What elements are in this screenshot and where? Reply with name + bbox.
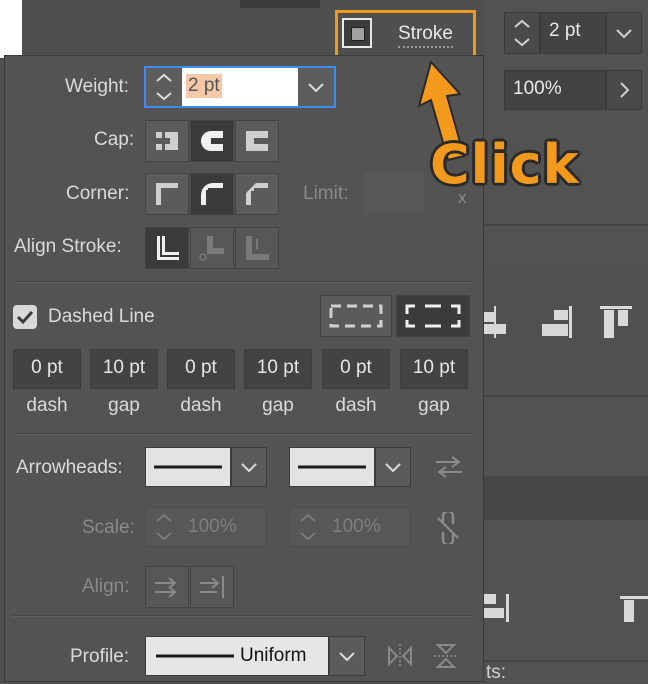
distribute-icon[interactable] bbox=[484, 594, 510, 624]
dashed-line-label: Dashed Line bbox=[48, 306, 155, 327]
gap-3-label: gap bbox=[418, 395, 450, 416]
preserve-dash-button[interactable] bbox=[320, 295, 392, 337]
opacity-input[interactable]: 100% bbox=[504, 70, 606, 110]
canvas-edge bbox=[0, 0, 22, 58]
profile-label: Profile: bbox=[70, 646, 130, 667]
cap-label: Cap: bbox=[94, 129, 135, 150]
start-scale-value: 100% bbox=[188, 516, 237, 537]
profile-select[interactable]: Uniform bbox=[145, 636, 329, 676]
arrow-tip-end-button[interactable] bbox=[190, 566, 234, 608]
dashed-line-checkbox[interactable] bbox=[13, 305, 37, 329]
butt-cap-button[interactable] bbox=[145, 120, 189, 162]
start-arrowhead-select[interactable] bbox=[145, 447, 231, 487]
end-scale-value: 100% bbox=[332, 516, 381, 537]
end-arrowhead-dropdown[interactable] bbox=[375, 447, 411, 487]
align-top-icon[interactable] bbox=[598, 304, 634, 340]
link-scale-icon[interactable] bbox=[434, 512, 462, 544]
dash-2-label: dash bbox=[180, 395, 222, 416]
weight-panel-stepper[interactable] bbox=[146, 68, 182, 106]
limit-input[interactable] bbox=[364, 172, 424, 214]
align-stroke-outside-button[interactable] bbox=[235, 227, 279, 269]
dash-3-input[interactable]: 0 pt bbox=[322, 349, 390, 389]
end-arrowhead-select[interactable] bbox=[289, 447, 375, 487]
arrow-tip-beyond-button[interactable] bbox=[145, 566, 189, 608]
flip-vertical-icon[interactable] bbox=[432, 642, 460, 670]
distribute-top-icon[interactable] bbox=[618, 594, 648, 624]
round-join-button[interactable] bbox=[190, 173, 234, 215]
start-arrowhead-dropdown[interactable] bbox=[231, 447, 267, 487]
align-right-icon[interactable] bbox=[540, 304, 574, 340]
scale-label: Scale: bbox=[82, 517, 135, 538]
end-scale-field[interactable]: 100% bbox=[289, 507, 411, 547]
gap-1-label: gap bbox=[108, 395, 140, 416]
align-stroke-label: Align Stroke: bbox=[14, 236, 122, 257]
weight-value-selection: 2 pt bbox=[186, 74, 222, 98]
weight-panel-input[interactable]: 2 pt bbox=[184, 68, 298, 106]
corner-label: Corner: bbox=[66, 183, 130, 204]
stroke-color-swatch[interactable] bbox=[342, 18, 372, 48]
separator bbox=[12, 615, 472, 617]
align-center-icon[interactable] bbox=[484, 304, 510, 340]
dash-1-input[interactable]: 0 pt bbox=[13, 349, 81, 389]
divider bbox=[484, 395, 648, 397]
dash-3-label: dash bbox=[335, 395, 377, 416]
profile-value: Uniform bbox=[240, 645, 307, 666]
click-callout: Click bbox=[430, 133, 580, 196]
align-label: Align: bbox=[82, 576, 130, 597]
arrowheads-label: Arrowheads: bbox=[16, 457, 123, 478]
start-scale-field[interactable]: 100% bbox=[145, 507, 267, 547]
gap-1-input[interactable]: 10 pt bbox=[90, 349, 158, 389]
gap-2-input[interactable]: 10 pt bbox=[244, 349, 312, 389]
projecting-cap-button[interactable] bbox=[235, 120, 279, 162]
gap-3-input[interactable]: 10 pt bbox=[400, 349, 468, 389]
align-stroke-center-button[interactable] bbox=[145, 227, 189, 269]
round-cap-button[interactable] bbox=[190, 120, 234, 162]
weight-label: Weight: bbox=[65, 76, 130, 97]
divider bbox=[484, 224, 648, 226]
weight-stepper[interactable] bbox=[504, 12, 540, 54]
swap-arrowheads-icon[interactable] bbox=[434, 454, 464, 480]
separator bbox=[12, 281, 472, 283]
section-header bbox=[484, 476, 648, 520]
weight-input-top[interactable]: 2 pt bbox=[540, 12, 606, 54]
bevel-join-button[interactable] bbox=[235, 173, 279, 215]
opacity-expand-button[interactable] bbox=[606, 70, 642, 110]
miter-join-button[interactable] bbox=[145, 173, 189, 215]
weight-dropdown-top[interactable] bbox=[606, 12, 642, 54]
align-dash-corners-button[interactable] bbox=[396, 295, 470, 337]
top-bar-edge bbox=[240, 0, 320, 8]
separator bbox=[12, 433, 472, 435]
align-stroke-inside-button[interactable] bbox=[190, 227, 234, 269]
dash-1-label: dash bbox=[26, 395, 68, 416]
weight-panel-dropdown[interactable] bbox=[298, 68, 334, 106]
stroke-button[interactable]: Stroke bbox=[398, 22, 453, 48]
divider bbox=[484, 660, 648, 662]
dash-2-input[interactable]: 0 pt bbox=[167, 349, 235, 389]
partial-label: ts: bbox=[486, 662, 507, 683]
limit-label: Limit: bbox=[303, 183, 349, 204]
gap-2-label: gap bbox=[262, 395, 294, 416]
profile-dropdown[interactable] bbox=[329, 636, 365, 676]
flip-horizontal-icon[interactable] bbox=[386, 642, 414, 670]
